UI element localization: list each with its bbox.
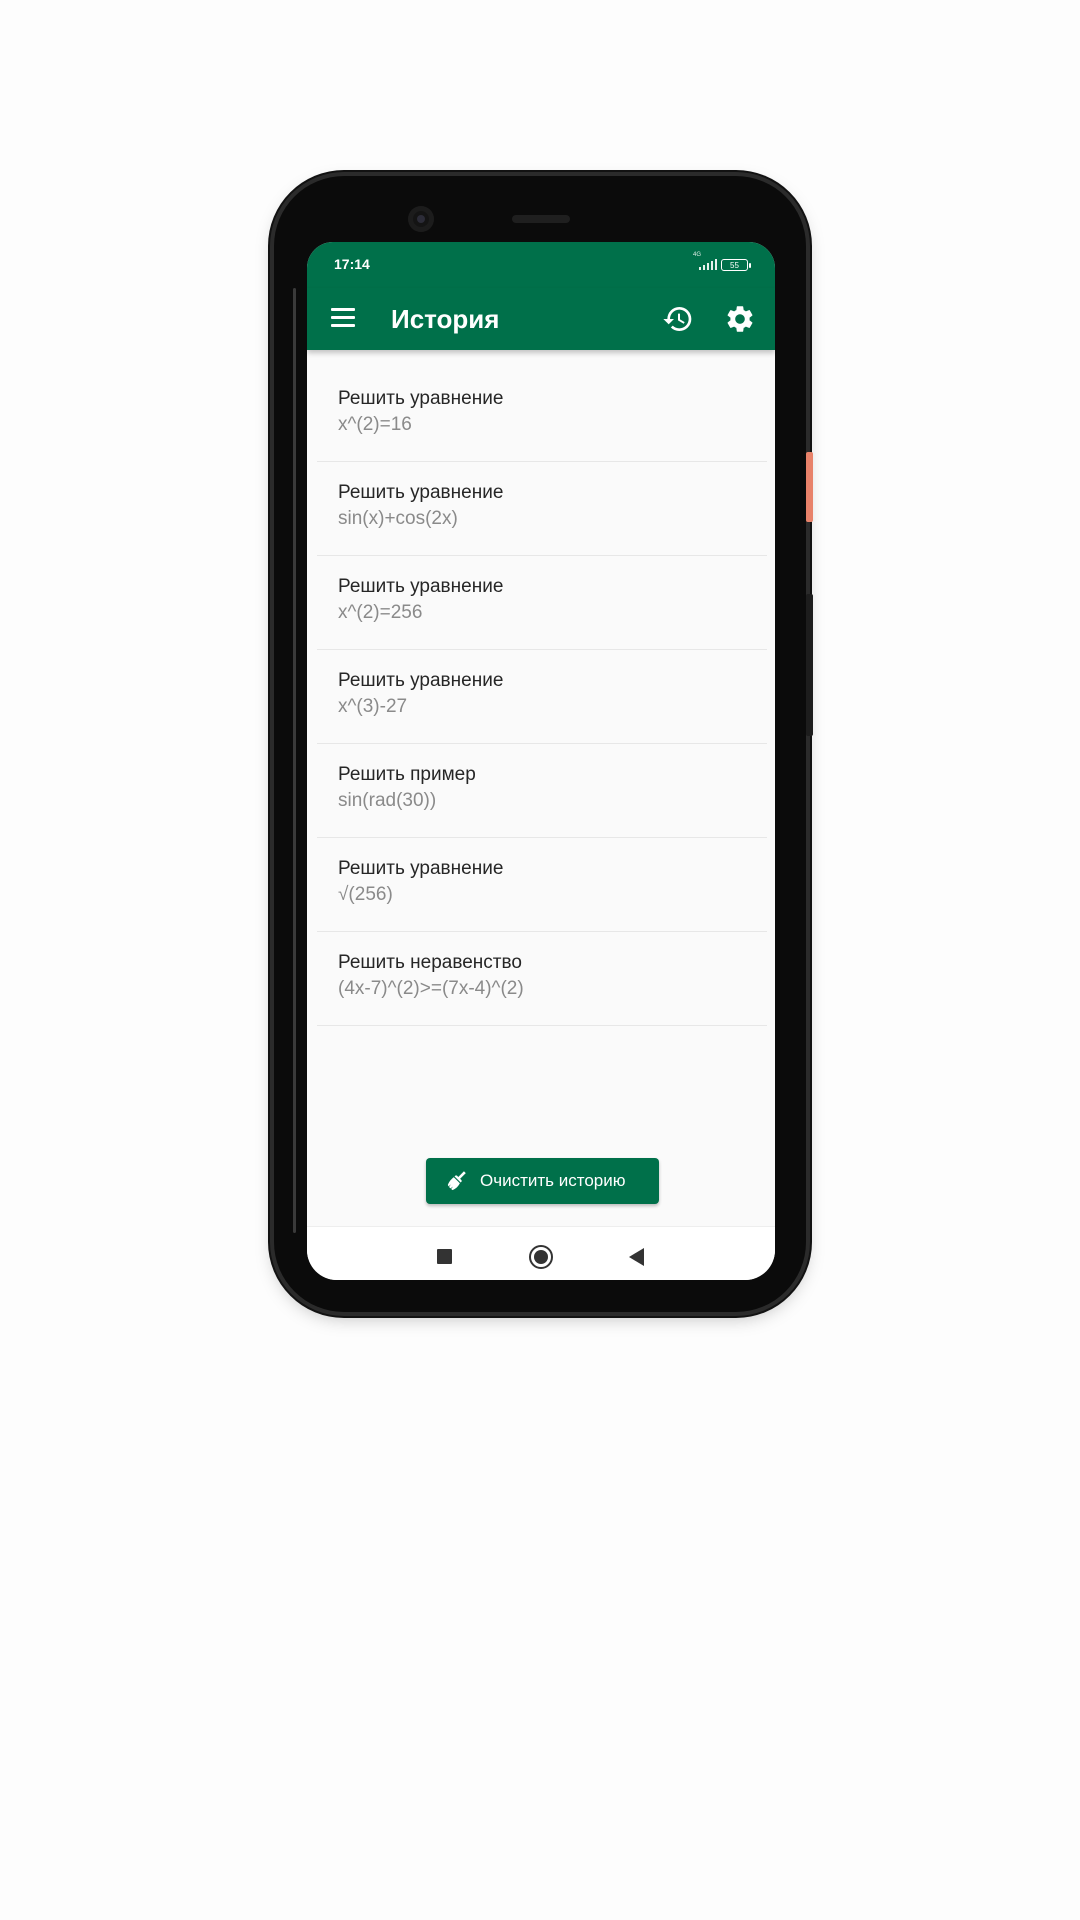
signal-icon: 4G — [693, 252, 719, 272]
history-item-expression: (4x-7)^(2)>=(7x-4)^(2) — [338, 978, 524, 999]
history-item[interactable]: Решить уравнение x^(3)-27 — [317, 650, 767, 744]
clear-history-button[interactable]: Очистить историю — [426, 1158, 659, 1204]
volume-button — [806, 594, 813, 736]
history-item-expression: x^(2)=16 — [338, 414, 412, 435]
menu-icon[interactable] — [331, 308, 355, 328]
earpiece-speaker — [512, 215, 570, 223]
battery-level: 55 — [730, 261, 739, 270]
device-screen: 17:14 4G 55 История Решить уравнение x^(… — [307, 242, 775, 1280]
history-item[interactable]: Решить уравнение x^(2)=256 — [317, 556, 767, 650]
history-item[interactable]: Решить пример sin(rad(30)) — [317, 744, 767, 838]
status-bar: 17:14 4G 55 — [307, 242, 775, 288]
system-nav-bar — [307, 1226, 775, 1280]
history-item-title: Решить уравнение — [338, 388, 504, 409]
bezel-edge — [293, 288, 296, 1233]
power-button — [806, 452, 813, 522]
history-item-title: Решить уравнение — [338, 670, 504, 691]
battery-icon: 55 — [721, 259, 751, 271]
history-list: Решить уравнение x^(2)=16 Решить уравнен… — [317, 368, 767, 1026]
history-icon[interactable] — [662, 303, 694, 335]
history-item-expression: sin(x)+cos(2x) — [338, 508, 458, 529]
history-item-title: Решить неравенство — [338, 952, 522, 973]
history-item-expression: x^(3)-27 — [338, 696, 408, 717]
page-title: История — [391, 304, 500, 334]
history-item-title: Решить уравнение — [338, 482, 504, 503]
history-item-title: Решить уравнение — [338, 858, 504, 879]
triangle-back-icon[interactable] — [629, 1248, 644, 1266]
front-camera — [408, 206, 434, 232]
history-item-expression: √(256) — [338, 884, 393, 905]
history-item[interactable]: Решить уравнение sin(x)+cos(2x) — [317, 462, 767, 556]
status-time: 17:14 — [334, 256, 370, 272]
history-item-expression: x^(2)=256 — [338, 602, 423, 623]
app-bar: История — [307, 288, 775, 350]
network-type: 4G — [693, 252, 702, 258]
clear-history-label: Очистить историю — [480, 1171, 626, 1190]
history-item[interactable]: Решить уравнение √(256) — [317, 838, 767, 932]
history-item-expression: sin(rad(30)) — [338, 790, 437, 811]
history-item[interactable]: Решить уравнение x^(2)=16 — [317, 368, 767, 462]
history-item[interactable]: Решить неравенство (4x-7)^(2)>=(7x-4)^(2… — [317, 932, 767, 1026]
gear-icon[interactable] — [724, 303, 756, 335]
square-icon[interactable] — [437, 1249, 452, 1264]
history-item-title: Решить уравнение — [338, 576, 504, 597]
circle-icon[interactable] — [529, 1245, 553, 1269]
broom-icon — [447, 1171, 466, 1191]
history-item-title: Решить пример — [338, 764, 476, 785]
